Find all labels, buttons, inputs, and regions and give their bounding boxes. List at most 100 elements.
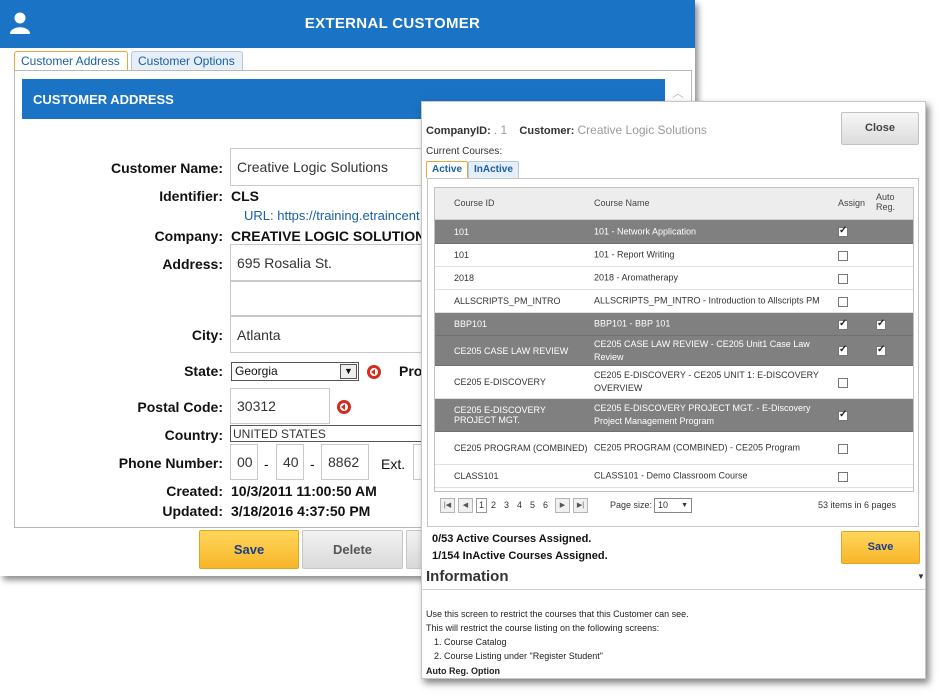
table-row[interactable]: CE205 CASE LAW REVIEW CE205 CASE LAW REVI… xyxy=(435,336,913,366)
table-row[interactable]: CE205 E-DISCOVERY PROJECT MGT. CE205 E-DI… xyxy=(435,399,913,432)
created-label: Created: xyxy=(166,483,223,499)
table-row[interactable]: CE205 E-DISCOVERY CE205 E-DISCOVERY - CE2… xyxy=(435,366,913,399)
phone-separator: - xyxy=(264,456,269,472)
state-label: State: xyxy=(184,363,223,379)
information-heading: Information xyxy=(426,568,509,585)
window-title: EXTERNAL CUSTOMER xyxy=(304,15,481,32)
postal-code-label: Postal Code: xyxy=(137,399,223,415)
assign-checkbox[interactable] xyxy=(838,378,848,388)
city-label: City: xyxy=(191,327,223,343)
last-page-icon[interactable]: ▶| xyxy=(573,498,588,513)
city-input[interactable]: Atlanta xyxy=(230,316,430,353)
next-page-icon[interactable]: ▶ xyxy=(555,498,570,513)
customer-name-value: Creative Logic Solutions xyxy=(577,123,707,137)
course-id-cell: CE205 CASE LAW REVIEW xyxy=(454,345,569,356)
tab-inactive[interactable]: InActive xyxy=(468,161,519,178)
address-line2-input[interactable] xyxy=(230,281,430,316)
assign-checkbox[interactable] xyxy=(838,318,848,330)
tab-active[interactable]: Active xyxy=(426,161,469,178)
divider xyxy=(422,589,925,590)
page-link[interactable]: 5 xyxy=(530,500,535,510)
auto-reg-option-heading: Auto Reg. Option xyxy=(426,666,500,676)
auto-reg-checkbox[interactable] xyxy=(876,344,886,356)
delete-button[interactable]: Delete xyxy=(302,530,403,569)
table-row[interactable]: BBP101 BBP101 - BBP 101 xyxy=(435,313,913,336)
table-row[interactable]: CLASS101 CLASS101 - Demo Classroom Course xyxy=(435,465,913,488)
address-label: Address: xyxy=(162,256,223,272)
company-id-value: . 1 xyxy=(493,123,508,137)
table-row[interactable]: CE205 PROGRAM (COMBINED) CE205 PROGRAM (C… xyxy=(435,432,913,465)
company-id-label: CompanyID: xyxy=(426,125,491,137)
state-select[interactable]: Georgia ▼ xyxy=(231,362,359,381)
table-row[interactable]: 2018 2018 - Aromatherapy xyxy=(435,267,913,290)
table-row[interactable]: 101 101 - Network Application xyxy=(435,220,913,244)
table-row[interactable]: ALLSCRIPTS_PM_INTRO ALLSCRIPTS_PM_INTRO -… xyxy=(435,290,913,313)
chevron-down-icon[interactable]: ▼ xyxy=(340,364,357,379)
assign-checkbox[interactable] xyxy=(838,344,848,356)
phone-prefix-input[interactable]: 40 xyxy=(276,444,304,480)
page-link[interactable]: 2 xyxy=(491,500,496,510)
pager-summary: 53 items in 6 pages xyxy=(818,500,897,510)
course-name-cell: 2018 - Aromatherapy xyxy=(594,272,679,283)
identifier-value: CLS xyxy=(231,188,259,204)
page-link[interactable]: 3 xyxy=(504,500,509,510)
assign-checkbox[interactable] xyxy=(838,297,848,307)
column-course-id[interactable]: Course ID xyxy=(454,198,495,208)
inactive-assigned-count: 1/154 InActive Courses Assigned. xyxy=(432,550,608,562)
chevron-down-icon[interactable]: ▼ xyxy=(917,572,925,581)
first-page-icon[interactable]: |◀ xyxy=(440,498,455,513)
column-course-name[interactable]: Course Name xyxy=(594,198,650,208)
course-name-cell: CE205 E-DISCOVERY PROJECT MGT. - E-Disco… xyxy=(594,403,811,426)
customer-courses-dialog: CompanyID: . 1 Customer: Creative Logic … xyxy=(421,101,926,679)
page-link[interactable]: 1 xyxy=(476,498,488,513)
company-label: Company: xyxy=(154,228,223,244)
course-name-cell: 101 - Network Application xyxy=(594,226,697,236)
page-link[interactable]: 4 xyxy=(517,500,522,510)
save-button[interactable]: Save xyxy=(841,531,920,564)
tab-customer-options[interactable]: Customer Options xyxy=(131,51,243,71)
active-assigned-count: 0/53 Active Courses Assigned. xyxy=(432,533,592,545)
courses-grid: Course ID Course Name Assign Auto Reg. 1… xyxy=(434,187,914,492)
course-id-cell: ALLSCRIPTS_PM_INTRO xyxy=(454,296,561,306)
phone-label: Phone Number: xyxy=(118,455,223,471)
scroll-up-icon[interactable]: ︿ xyxy=(672,84,684,101)
close-button[interactable]: Close xyxy=(841,112,919,145)
assign-checkbox[interactable] xyxy=(838,409,848,421)
course-name-cell: CE205 E-DISCOVERY - CE205 UNIT 1: E-DISC… xyxy=(594,370,819,393)
customer-name-input[interactable]: Creative Logic Solutions xyxy=(230,148,430,186)
course-id-cell: 2018 xyxy=(454,273,475,283)
required-indicator-icon xyxy=(367,365,381,379)
postal-code-input[interactable]: 30312 xyxy=(230,388,330,424)
course-id-cell: CE205 E-DISCOVERY xyxy=(454,377,546,387)
url-link[interactable]: URL: https://training.etraincent xyxy=(244,208,420,223)
save-button[interactable]: Save xyxy=(199,530,299,569)
page-size-value: 10 xyxy=(658,500,669,510)
country-select[interactable]: UNITED STATES xyxy=(230,425,430,442)
course-id-cell: 101 xyxy=(454,226,470,237)
course-name-cell: CE205 CASE LAW REVIEW - CE205 Unit1 Case… xyxy=(594,338,810,362)
assign-checkbox[interactable] xyxy=(838,225,848,237)
phone-area-input[interactable]: 00 xyxy=(230,444,258,480)
created-value: 10/3/2011 11:00:50 AM xyxy=(231,483,377,499)
company-value: CREATIVE LOGIC SOLUTION xyxy=(231,228,426,244)
country-label: Country: xyxy=(164,427,223,443)
info-line: Use this screen to restrict the courses … xyxy=(426,609,689,619)
dialog-header: CompanyID: . 1 Customer: Creative Logic … xyxy=(426,123,707,137)
auto-reg-checkbox[interactable] xyxy=(876,318,886,330)
more-button[interactable] xyxy=(406,530,422,569)
page-size-select[interactable]: 10 ▼ xyxy=(654,498,692,513)
column-assign[interactable]: Assign xyxy=(838,198,865,208)
assign-checkbox[interactable] xyxy=(838,274,848,284)
phone-line-input[interactable]: 8862 xyxy=(321,444,369,480)
state-value: Georgia xyxy=(235,364,278,378)
prev-page-icon[interactable]: ◀ xyxy=(458,498,473,513)
table-row[interactable]: 101 101 - Report Writing xyxy=(435,244,913,267)
tab-customer-address[interactable]: Customer Address xyxy=(14,51,128,71)
assign-checkbox[interactable] xyxy=(838,472,848,482)
page-link[interactable]: 6 xyxy=(543,500,548,510)
assign-checkbox[interactable] xyxy=(838,251,848,261)
column-auto-reg[interactable]: Auto Reg. xyxy=(876,192,908,212)
course-name-cell: BBP101 - BBP 101 xyxy=(594,318,671,329)
assign-checkbox[interactable] xyxy=(838,444,848,454)
address-line1-input[interactable]: 695 Rosalia St. xyxy=(230,244,430,281)
